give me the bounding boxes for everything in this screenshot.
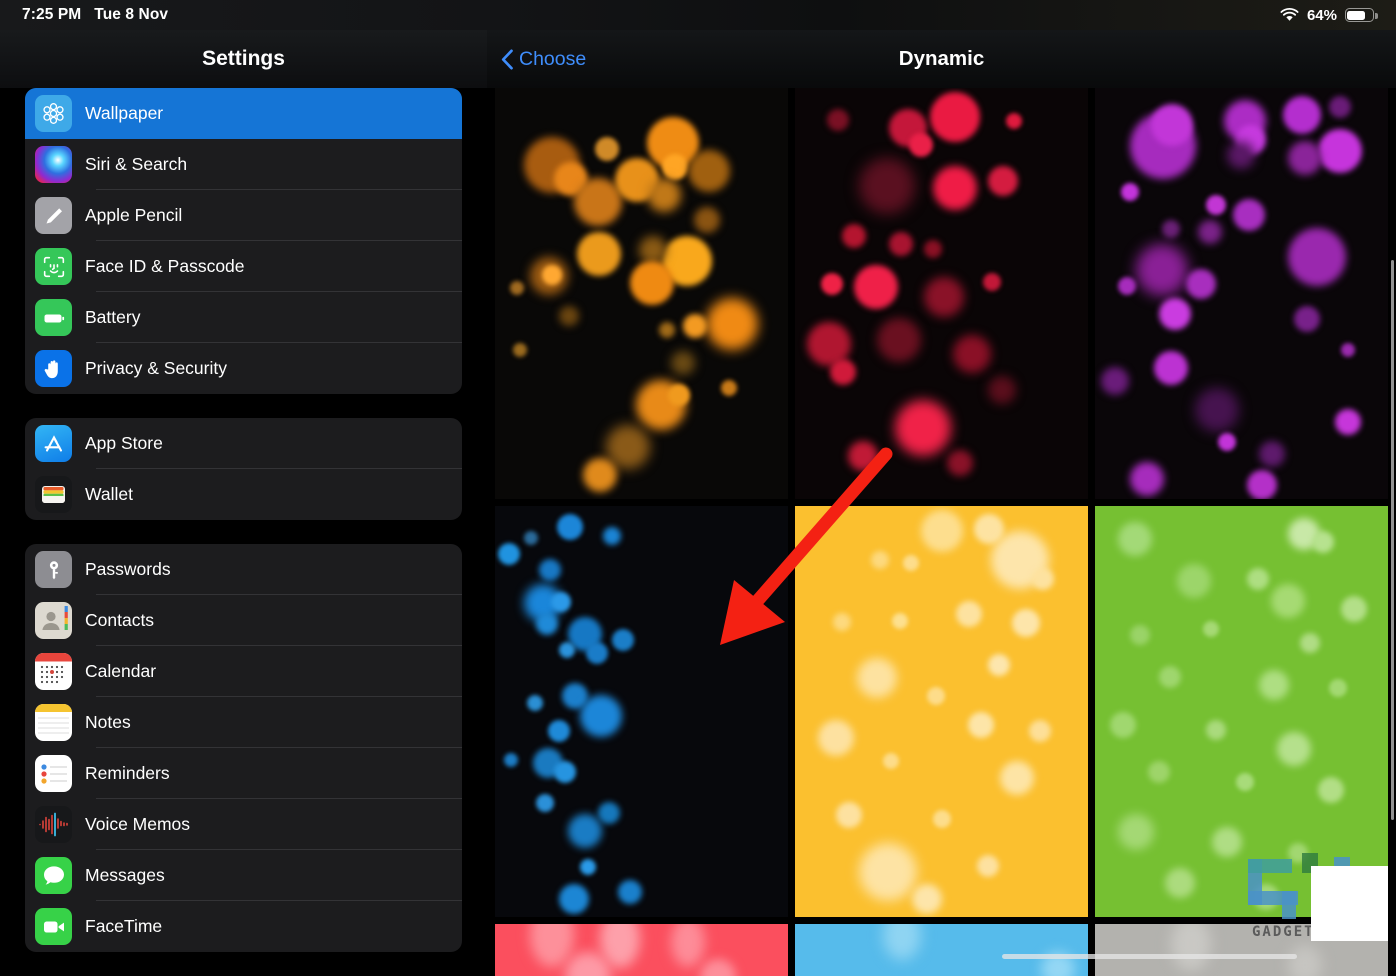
wallpaper-thumb-dynamic-purple[interactable]	[1095, 88, 1388, 499]
sidebar-item-passwords[interactable]: Passwords	[25, 544, 462, 595]
voice-memos-icon	[35, 806, 72, 843]
sidebar-item-messages[interactable]: Messages	[25, 850, 462, 901]
wallpaper-detail-pane: Dynamic Choose GADGET	[487, 0, 1396, 976]
sidebar-item-label: App Store	[85, 433, 163, 453]
settings-group-apps: Passwords Contacts Calendar Notes Remind…	[25, 544, 462, 952]
wallpaper-icon	[35, 95, 72, 132]
detail-title: Dynamic	[898, 47, 985, 70]
watermark-cover	[1311, 866, 1388, 941]
page-title: Settings	[202, 47, 285, 70]
battery-settings-icon	[35, 299, 72, 336]
sidebar-item-label: Siri & Search	[85, 154, 188, 174]
sidebar-header: Settings	[0, 30, 487, 88]
sidebar-item-label: Voice Memos	[85, 814, 191, 834]
calendar-icon	[35, 653, 72, 690]
wallpaper-row	[487, 88, 1396, 499]
wallpaper-thumb-dynamic-yellow[interactable]	[795, 506, 1088, 917]
settings-group-system: Wallpaper Siri & Search Apple Pencil Fac…	[25, 88, 462, 394]
status-bar: 7:25 PM Tue 8 Nov 64%	[0, 0, 1396, 30]
wallpaper-thumb-dynamic-pink[interactable]	[495, 924, 788, 976]
watermark-text: GADGET	[1252, 924, 1315, 940]
back-button-label: Choose	[519, 47, 587, 70]
vertical-scrollbar[interactable]	[1390, 260, 1394, 820]
notes-icon	[35, 704, 72, 741]
settings-group-stores: App Store Wallet	[25, 418, 462, 520]
sidebar-item-apple-pencil[interactable]: Apple Pencil	[25, 190, 462, 241]
chevron-left-icon	[501, 48, 514, 70]
sidebar-item-facetime[interactable]: FaceTime	[25, 901, 462, 952]
ipad-settings-screen: 7:25 PM Tue 8 Nov 64% Settings Wallpaper…	[0, 0, 1396, 976]
contacts-icon	[35, 602, 72, 639]
sidebar-item-wallpaper[interactable]: Wallpaper	[25, 88, 462, 139]
watermark: GADGET	[1238, 853, 1388, 958]
sidebar-item-label: Wallpaper	[85, 103, 164, 123]
sidebar-item-label: Notes	[85, 712, 131, 732]
wallpaper-grid[interactable]	[487, 88, 1396, 976]
sidebar-item-reminders[interactable]: Reminders	[25, 748, 462, 799]
sidebar-item-battery[interactable]: Battery	[25, 292, 462, 343]
status-bar-left: 7:25 PM Tue 8 Nov	[0, 6, 168, 24]
sidebar-item-face-id-and-passcode[interactable]: Face ID & Passcode	[25, 241, 462, 292]
sidebar-item-label: Messages	[85, 865, 165, 885]
sidebar-item-label: FaceTime	[85, 916, 163, 936]
sidebar-item-label: Reminders	[85, 763, 170, 783]
sidebar-item-notes[interactable]: Notes	[25, 697, 462, 748]
sidebar-item-wallet[interactable]: Wallet	[25, 469, 462, 520]
app-store-icon	[35, 425, 72, 462]
sidebar-item-label: Face ID & Passcode	[85, 256, 245, 276]
wallpaper-thumb-dynamic-blue[interactable]	[495, 506, 788, 917]
sidebar-item-voice-memos[interactable]: Voice Memos	[25, 799, 462, 850]
sidebar-item-contacts[interactable]: Contacts	[25, 595, 462, 646]
sidebar-item-label: Apple Pencil	[85, 205, 183, 225]
status-bar-right: 64%	[1280, 7, 1396, 24]
apple-pencil-icon	[35, 197, 72, 234]
privacy-hand-icon	[35, 350, 72, 387]
wifi-icon	[1280, 8, 1299, 22]
sidebar-item-label: Passwords	[85, 559, 171, 579]
horizontal-scrollbar[interactable]	[1002, 954, 1297, 959]
face-id-icon	[35, 248, 72, 285]
reminders-icon	[35, 755, 72, 792]
facetime-icon	[35, 908, 72, 945]
sidebar-item-calendar[interactable]: Calendar	[25, 646, 462, 697]
sidebar-item-label: Contacts	[85, 610, 155, 630]
wallpaper-thumb-dynamic-orange[interactable]	[495, 88, 788, 499]
sidebar-item-siri-and-search[interactable]: Siri & Search	[25, 139, 462, 190]
sidebar-item-app-store[interactable]: App Store	[25, 418, 462, 469]
wallet-icon	[35, 476, 72, 513]
battery-icon	[1345, 8, 1378, 22]
status-time: 7:25 PM	[22, 6, 82, 23]
sidebar-item-privacy-and-security[interactable]: Privacy & Security	[25, 343, 462, 394]
sidebar-item-label: Privacy & Security	[85, 358, 227, 378]
messages-icon	[35, 857, 72, 894]
passwords-key-icon	[35, 551, 72, 588]
sidebar-item-label: Calendar	[85, 661, 157, 681]
status-date: Tue 8 Nov	[94, 6, 169, 23]
siri-icon	[35, 146, 72, 183]
battery-percent-label: 64%	[1306, 6, 1337, 24]
sidebar-item-label: Wallet	[85, 484, 133, 504]
wallpaper-thumb-dynamic-skyblue[interactable]	[795, 924, 1088, 976]
detail-header: Dynamic Choose	[487, 30, 1396, 88]
sidebar-item-label: Battery	[85, 307, 141, 327]
back-button[interactable]: Choose	[487, 48, 586, 71]
wallpaper-thumb-dynamic-red[interactable]	[795, 88, 1088, 499]
settings-sidebar: Settings Wallpaper Siri & Search Apple P…	[0, 0, 487, 976]
sidebar-scroll-area[interactable]: Wallpaper Siri & Search Apple Pencil Fac…	[0, 88, 487, 976]
